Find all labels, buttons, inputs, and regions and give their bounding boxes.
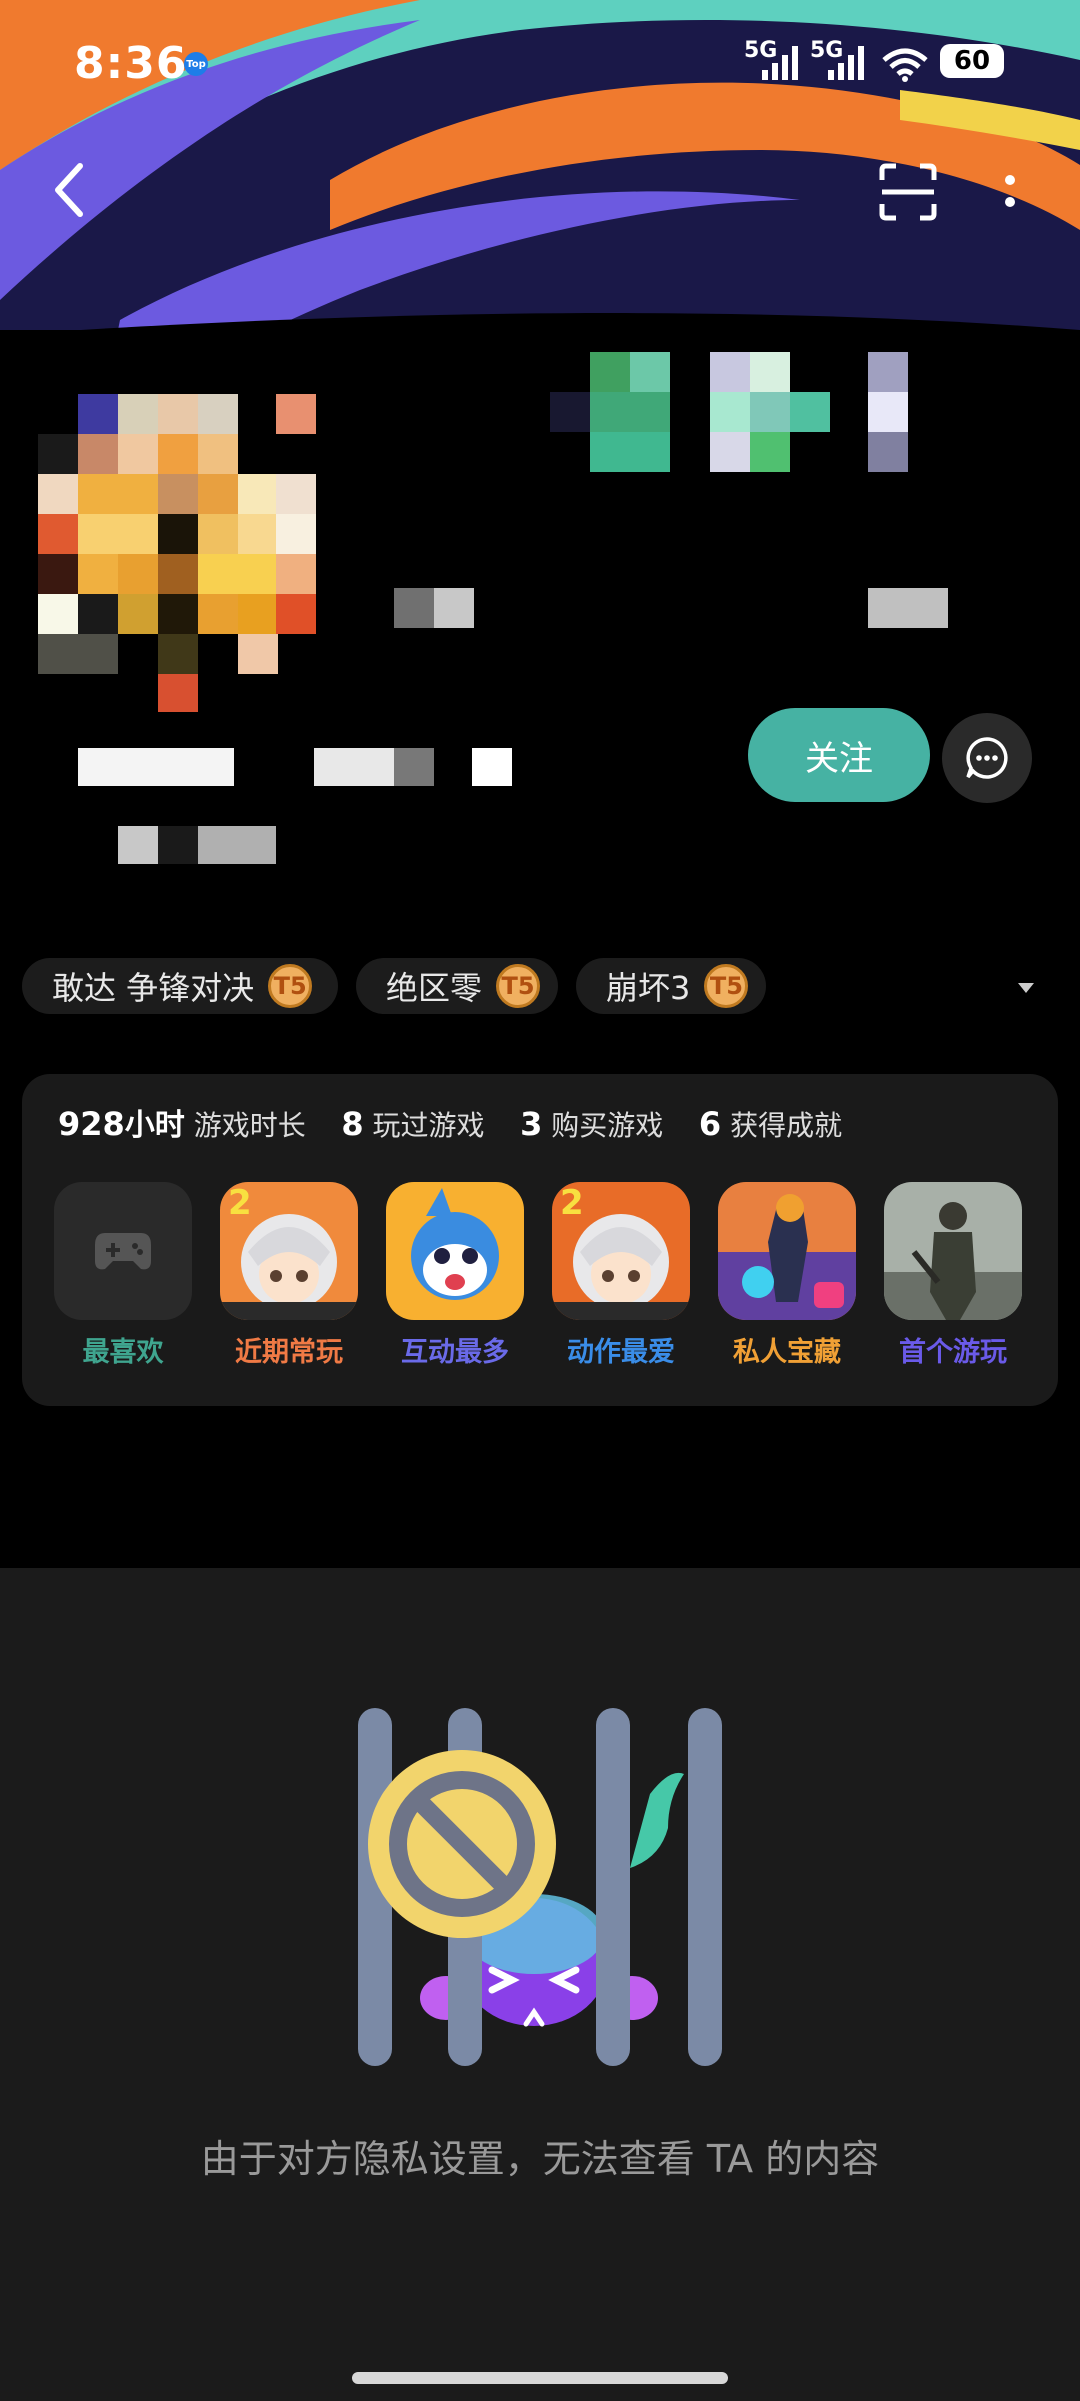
bought-label: 购买游戏 <box>551 1109 664 1142</box>
game-slot-label: 首个游玩 <box>899 1337 1007 1368</box>
tier-badge-icon: T5 <box>704 964 749 1008</box>
home-indicator[interactable] <box>352 2372 728 2384</box>
survivor-icon <box>884 1182 1022 1320</box>
game-slot-label: 近期常玩 <box>235 1337 343 1368</box>
game-slot-favorite[interactable]: 最喜欢 <box>54 1182 194 1369</box>
achievements-value: 6 <box>698 1105 722 1143</box>
game-tag-2[interactable]: 绝区零 T5 <box>356 958 558 1014</box>
played-value: 8 <box>341 1105 364 1143</box>
achievements-label: 获得成就 <box>730 1109 843 1142</box>
svg-text:2: 2 <box>560 1183 584 1223</box>
game-tag-label: 崩坏3 <box>606 969 691 1007</box>
chat-button[interactable] <box>942 713 1032 803</box>
game-tag-1[interactable]: 敢达 争锋对决 T5 <box>22 958 338 1014</box>
hours-value: 928 <box>58 1105 125 1143</box>
anime-character-icon: 2 <box>220 1182 358 1320</box>
svg-text:2: 2 <box>228 1183 252 1223</box>
avatar[interactable] <box>38 352 318 712</box>
locked-mascot-icon <box>358 1708 722 2066</box>
game-slot-label: 最喜欢 <box>82 1337 164 1368</box>
game-stats-summary: 928小时 游戏时长 8 玩过游戏 3 购买游戏 6 获得成就 <box>58 1100 842 1144</box>
bought-value: 3 <box>520 1105 543 1143</box>
battery-indicator: 60 <box>940 44 1004 78</box>
game-slot-label: 互动最多 <box>401 1337 509 1368</box>
follow-button[interactable]: 关注 <box>748 708 930 802</box>
game-tag-label: 敢达 争锋对决 <box>52 969 255 1007</box>
status-bar: 8:36 Top 5G 5G 60 <box>0 0 1080 120</box>
status-time: 8:36 <box>74 38 188 89</box>
chat-bubble-icon <box>966 737 1008 779</box>
scan-icon <box>879 163 937 221</box>
blurred-header-stats <box>394 352 950 632</box>
game-slot-label: 私人宝藏 <box>733 1337 841 1368</box>
played-label: 玩过游戏 <box>372 1109 485 1142</box>
game-slot-first-played[interactable]: 首个游玩 <box>884 1182 1024 1369</box>
tier-badge-icon: T5 <box>268 964 313 1008</box>
cellular-signal-icon-2 <box>828 46 864 80</box>
chevron-left-icon <box>55 163 83 217</box>
game-slot-label: 动作最爱 <box>567 1337 675 1368</box>
warrior-icon <box>718 1182 856 1320</box>
caret-down-icon <box>1018 983 1034 993</box>
game-tag-label: 绝区零 <box>386 969 483 1007</box>
hours-unit: 小时 <box>124 1108 185 1143</box>
privacy-message: 由于对方隐私设置，无法查看 TA 的内容 <box>200 2137 880 2181</box>
more-button[interactable] <box>998 170 1022 214</box>
game-slot-recent[interactable]: 2 近期常玩 <box>220 1182 360 1369</box>
blurred-user-id <box>118 826 278 866</box>
game-slot-interaction[interactable]: 互动最多 <box>386 1182 526 1369</box>
back-button[interactable] <box>50 160 90 220</box>
game-slot-action[interactable]: 2 动作最爱 <box>552 1182 692 1369</box>
more-vertical-icon <box>1005 175 1015 207</box>
game-tag-3[interactable]: 崩坏3 T5 <box>576 958 766 1014</box>
scan-button[interactable] <box>878 162 938 222</box>
tier-badge-icon: T5 <box>496 964 541 1008</box>
privacy-illustration <box>350 1708 730 2068</box>
cellular-signal-icon <box>762 46 798 80</box>
tags-expand-button[interactable] <box>1016 980 1036 994</box>
top-app-badge: Top <box>184 52 208 76</box>
game-slot-treasure[interactable]: 私人宝藏 <box>718 1182 858 1369</box>
anime-character-icon: 2 <box>552 1182 690 1320</box>
follow-label: 关注 <box>805 738 873 779</box>
blue-mascot-icon <box>386 1182 524 1320</box>
blurred-username <box>78 748 518 788</box>
gamepad-icon <box>54 1182 192 1320</box>
wifi-icon <box>882 48 928 82</box>
hours-label: 游戏时长 <box>193 1109 306 1142</box>
